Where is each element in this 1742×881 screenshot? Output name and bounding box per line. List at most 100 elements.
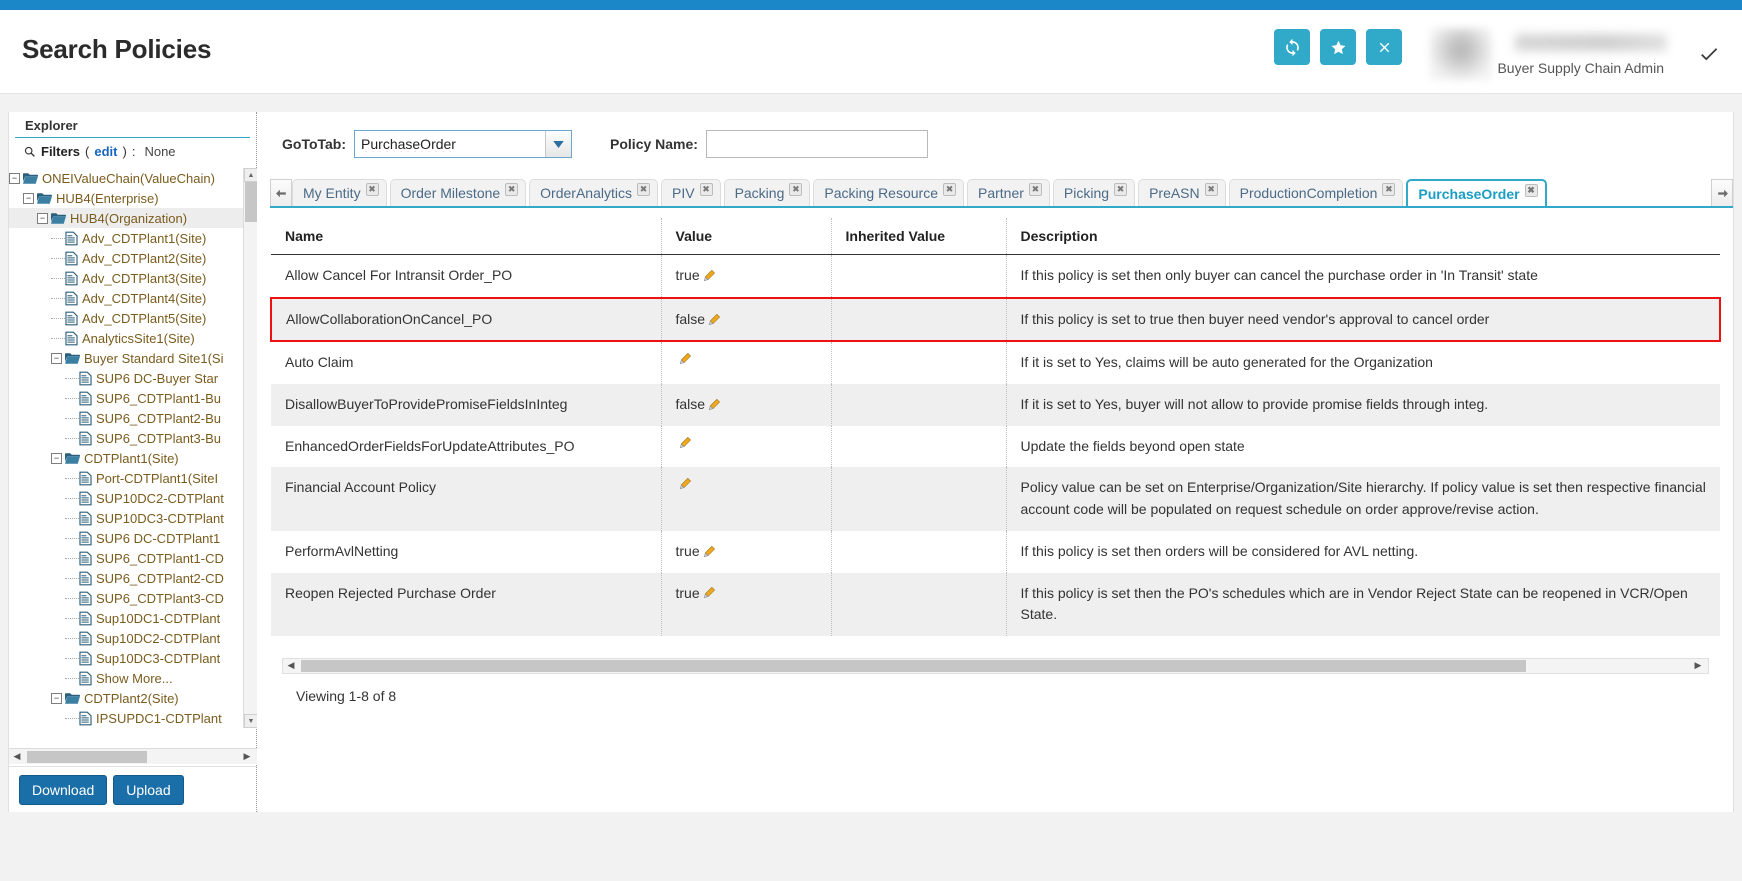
tree-node[interactable]: −HUB4(Organization): [9, 208, 243, 228]
tree-toggle-icon[interactable]: −: [51, 353, 62, 364]
tab-order-milestone[interactable]: Order Milestone✖: [390, 179, 527, 206]
tree-node[interactable]: Adv_CDTPlant2(Site): [9, 248, 243, 268]
tree-node[interactable]: SUP10DC2-CDTPlant: [9, 488, 243, 508]
tree-node[interactable]: Sup10DC3-CDTPlant: [9, 648, 243, 668]
tab-packing[interactable]: Packing✖: [724, 179, 811, 206]
table-scroll-left-icon[interactable]: ◀: [283, 658, 299, 674]
pencil-icon[interactable]: [678, 436, 692, 450]
filters-edit-link[interactable]: edit: [94, 144, 117, 159]
tree-node[interactable]: Show More...: [9, 668, 243, 688]
tree-node[interactable]: IPSUPDC1-CDTPlant: [9, 708, 243, 728]
avatar[interactable]: [1430, 28, 1492, 80]
scroll-right-icon[interactable]: ▶: [239, 749, 255, 765]
tree-node[interactable]: Sup10DC1-CDTPlant: [9, 608, 243, 628]
policy-name-input[interactable]: [706, 130, 928, 158]
tree-node[interactable]: −HUB4(Enterprise): [9, 188, 243, 208]
tab-orderanalytics[interactable]: OrderAnalytics✖: [529, 179, 658, 206]
column-header-value[interactable]: Value: [661, 218, 831, 255]
tree-node[interactable]: SUP6_CDTPlant3-Bu: [9, 428, 243, 448]
tree-scroll-thumb[interactable]: [245, 182, 257, 222]
pencil-icon[interactable]: [678, 352, 692, 366]
table-row[interactable]: PerformAvlNettingtrueIf this policy is s…: [271, 531, 1720, 573]
scroll-up-icon[interactable]: ▲: [244, 168, 257, 182]
tab-partner[interactable]: Partner✖: [967, 179, 1050, 206]
tab-purchaseorder[interactable]: PurchaseOrder✖: [1406, 179, 1546, 206]
pencil-icon[interactable]: [702, 545, 716, 559]
pencil-icon[interactable]: [707, 398, 721, 412]
pencil-icon[interactable]: [707, 313, 721, 327]
table-row[interactable]: EnhancedOrderFieldsForUpdateAttributes_P…: [271, 426, 1720, 468]
tree-node[interactable]: Adv_CDTPlant5(Site): [9, 308, 243, 328]
explorer-hscroll-thumb[interactable]: [27, 751, 147, 763]
scroll-left-icon[interactable]: ◀: [9, 749, 25, 765]
table-row[interactable]: AllowCollaborationOnCancel_POfalseIf thi…: [271, 298, 1720, 342]
tree-node[interactable]: Adv_CDTPlant4(Site): [9, 288, 243, 308]
tree-toggle-icon[interactable]: −: [51, 693, 62, 704]
tab-close-icon[interactable]: ✖: [1114, 183, 1127, 196]
tree-toggle-icon[interactable]: −: [51, 453, 62, 464]
tree-node[interactable]: SUP6_CDTPlant1-Bu: [9, 388, 243, 408]
tab-preasn[interactable]: PreASN✖: [1138, 179, 1226, 206]
table-scroll-right-icon[interactable]: ▶: [1690, 658, 1706, 674]
tree-node[interactable]: SUP6_CDTPlant2-CD: [9, 568, 243, 588]
tree-node[interactable]: SUP6_CDTPlant1-CD: [9, 548, 243, 568]
filters-row[interactable]: Filters (edit): None: [9, 138, 256, 164]
tree-node[interactable]: −Buyer Standard Site1(Si: [9, 348, 243, 368]
tree-toggle-icon[interactable]: −: [37, 213, 48, 224]
tab-piv[interactable]: PIV✖: [661, 179, 721, 206]
tree-node[interactable]: −CDTPlant1(Site): [9, 448, 243, 468]
goto-tab-select[interactable]: [354, 130, 572, 158]
table-row[interactable]: Reopen Rejected Purchase OrdertrueIf thi…: [271, 573, 1720, 636]
check-icon[interactable]: [1698, 43, 1720, 69]
download-button[interactable]: Download: [19, 775, 107, 805]
tree-toggle-icon[interactable]: −: [23, 193, 34, 204]
table-row[interactable]: DisallowBuyerToProvidePromiseFieldsInInt…: [271, 384, 1720, 426]
tab-close-icon[interactable]: ✖: [366, 183, 379, 196]
tab-productioncompletion[interactable]: ProductionCompletion✖: [1229, 179, 1404, 206]
column-header-inherited-value[interactable]: Inherited Value: [831, 218, 1006, 255]
tab-close-icon[interactable]: ✖: [1205, 183, 1218, 196]
explorer-horizontal-scrollbar[interactable]: ◀ ▶: [9, 748, 257, 764]
pencil-icon[interactable]: [678, 477, 692, 491]
tree-node[interactable]: Port-CDTPlant1(SiteI: [9, 468, 243, 488]
tree-node[interactable]: −CDTPlant2(Site): [9, 688, 243, 708]
tree-node[interactable]: Sup10DC2-CDTPlant: [9, 628, 243, 648]
tab-close-icon[interactable]: ✖: [505, 183, 518, 196]
tree-vertical-scrollbar[interactable]: ▲ ▼: [243, 168, 257, 728]
tree-node[interactable]: Adv_CDTPlant1(Site): [9, 228, 243, 248]
tab-close-icon[interactable]: ✖: [789, 183, 802, 196]
tab-packing-resource[interactable]: Packing Resource✖: [813, 179, 964, 206]
tree-node[interactable]: Adv_CDTPlant3(Site): [9, 268, 243, 288]
tab-close-icon[interactable]: ✖: [1525, 184, 1538, 197]
close-button[interactable]: [1366, 29, 1402, 65]
tab-picking[interactable]: Picking✖: [1053, 179, 1135, 206]
tab-close-icon[interactable]: ✖: [1382, 183, 1395, 196]
favorite-button[interactable]: [1320, 29, 1356, 65]
tab-close-icon[interactable]: ✖: [637, 183, 650, 196]
tree-node[interactable]: SUP6_CDTPlant3-CD: [9, 588, 243, 608]
tree-node[interactable]: AnalyticsSite1(Site): [9, 328, 243, 348]
tree-node[interactable]: SUP6 DC-Buyer Star: [9, 368, 243, 388]
tree-node[interactable]: SUP6 DC-CDTPlant1: [9, 528, 243, 548]
column-header-description[interactable]: Description: [1006, 218, 1720, 255]
tree-node[interactable]: −ONEIValueChain(ValueChain): [9, 168, 243, 188]
table-hscroll-thumb[interactable]: [301, 660, 1526, 672]
table-row[interactable]: Allow Cancel For Intransit Order_POtrueI…: [271, 255, 1720, 298]
scroll-down-icon[interactable]: ▼: [244, 714, 257, 728]
tab-scroll-prev[interactable]: [270, 179, 292, 206]
goto-tab-input[interactable]: [355, 131, 540, 157]
refresh-button[interactable]: [1274, 29, 1310, 65]
table-horizontal-scrollbar[interactable]: ◀ ▶: [282, 658, 1709, 674]
tree-node[interactable]: SUP10DC3-CDTPlant: [9, 508, 243, 528]
pencil-icon[interactable]: [702, 586, 716, 600]
tab-close-icon[interactable]: ✖: [1029, 183, 1042, 196]
tab-close-icon[interactable]: ✖: [700, 183, 713, 196]
chevron-down-icon[interactable]: [545, 131, 571, 157]
tree-toggle-icon[interactable]: −: [9, 173, 20, 184]
tree-node[interactable]: SUP6_CDTPlant2-Bu: [9, 408, 243, 428]
pencil-icon[interactable]: [702, 269, 716, 283]
tab-close-icon[interactable]: ✖: [943, 183, 956, 196]
table-row[interactable]: Financial Account PolicyPolicy value can…: [271, 467, 1720, 530]
table-row[interactable]: Auto ClaimIf it is set to Yes, claims wi…: [271, 341, 1720, 384]
column-header-name[interactable]: Name: [271, 218, 661, 255]
